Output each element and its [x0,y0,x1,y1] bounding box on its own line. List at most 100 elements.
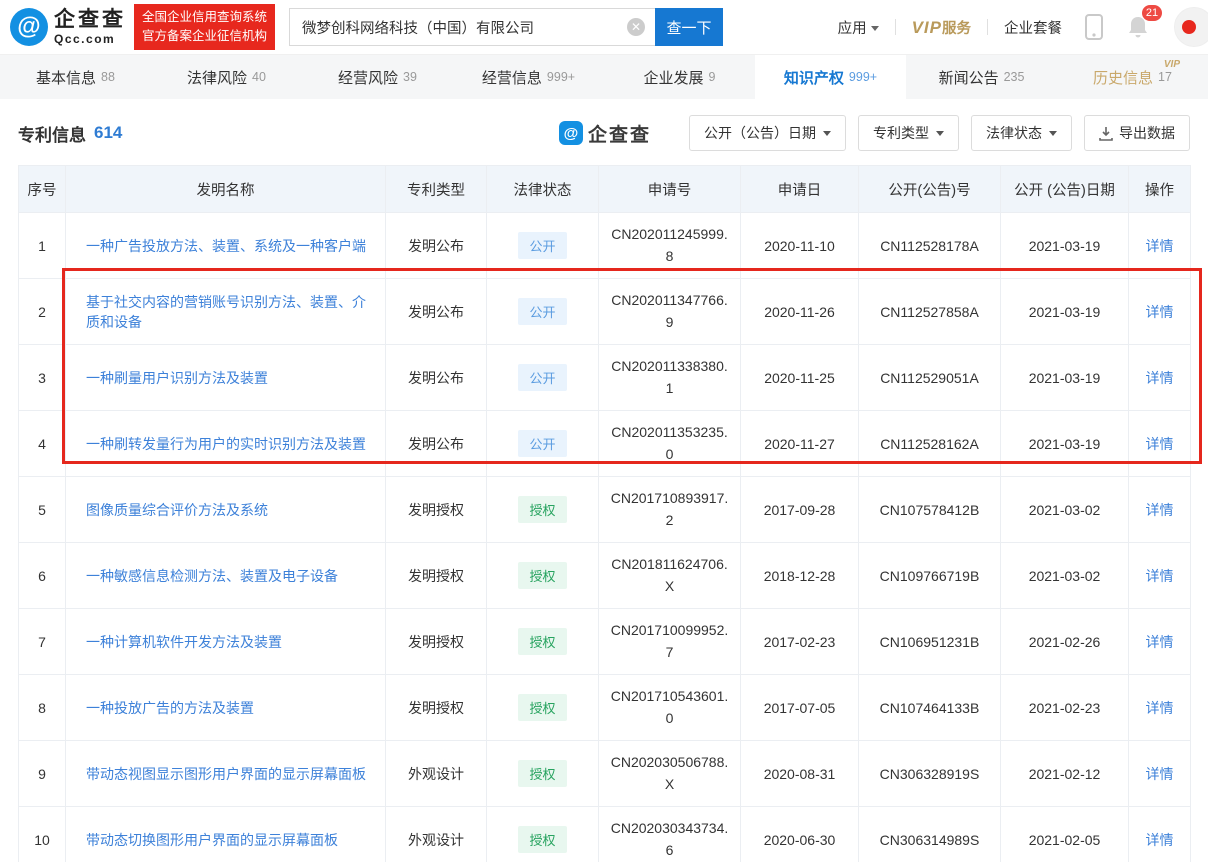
status-badge: 授权 [518,694,566,721]
official-credit-badge: 全国企业信用查询系统 官方备案企业征信机构 [134,4,275,51]
qcc-logo-domain: Qcc.com [54,33,126,45]
publication-number: CN106951231B [859,609,1001,675]
table-row: 9 带动态视图显示图形用户界面的显示屏幕面板 外观设计 授权 CN2020305… [19,741,1191,807]
chevron-down-icon [936,131,944,136]
legal-status-filter[interactable]: 法律状态 [971,115,1072,151]
application-date: 2020-08-31 [741,741,859,807]
detail-link[interactable]: 详情 [1146,370,1174,386]
patent-type-filter[interactable]: 专利类型 [858,115,959,151]
status-badge: 授权 [518,826,566,853]
patent-title-link[interactable]: 一种敏感信息检测方法、装置及电子设备 [86,568,338,584]
table-row: 7 一种计算机软件开发方法及装置 发明授权 授权 CN201710099952.… [19,609,1191,675]
divider [895,19,896,35]
mobile-app-icon[interactable] [1084,13,1104,41]
detail-link[interactable]: 详情 [1146,502,1174,518]
tab-history-info[interactable]: 历史信息17VIP [1057,55,1208,99]
table-header-row: 序号 发明名称 专利类型 法律状态 申请号 申请日 公开(公告)号 公开 (公告… [19,166,1191,213]
publication-number: CN107578412B [859,477,1001,543]
detail-link[interactable]: 详情 [1146,238,1174,254]
status-badge: 授权 [518,496,566,523]
table-row: 8 一种投放广告的方法及装置 发明授权 授权 CN201710543601.0 … [19,675,1191,741]
detail-link[interactable]: 详情 [1146,634,1174,650]
publication-number: CN112529051A [859,345,1001,411]
table-row: 10 带动态切换图形用户界面的显示屏幕面板 外观设计 授权 CN20203034… [19,807,1191,862]
tab-intellectual-property[interactable]: 知识产权999+ [755,55,906,99]
tab-operation-risk[interactable]: 经营风险39 [302,55,453,99]
qcc-logo-name: 企查查 [54,9,126,30]
col-status: 法律状态 [487,166,599,213]
col-seq: 序号 [19,166,66,213]
patent-title-link[interactable]: 带动态切换图形用户界面的显示屏幕面板 [86,832,338,848]
tab-basic-info[interactable]: 基本信息88 [0,55,151,99]
company-tab-bar: 基本信息88 法律风险40 经营风险39 经营信息999+ 企业发展9 知识产权… [0,54,1208,99]
clear-search-icon[interactable]: ✕ [627,18,645,36]
application-date: 2020-11-26 [741,279,859,345]
col-app-date: 申请日 [741,166,859,213]
patent-type: 发明授权 [386,609,487,675]
patent-title-link[interactable]: 带动态视图显示图形用户界面的显示屏幕面板 [86,766,366,782]
publication-date: 2021-03-19 [1001,279,1129,345]
search-input[interactable] [289,8,655,46]
col-type: 专利类型 [386,166,487,213]
badge-line1: 全国企业信用查询系统 [142,8,267,27]
tab-legal-risk[interactable]: 法律风险40 [151,55,302,99]
status-badge: 公开 [518,430,566,457]
col-pub-no: 公开(公告)号 [859,166,1001,213]
patent-type: 发明公布 [386,345,487,411]
search-area: ✕ 查一下 [289,8,723,46]
vip-service-menu[interactable]: VIP服务 [912,17,971,38]
patent-title-link[interactable]: 基于社交内容的营销账号识别方法、装置、介质和设备 [86,294,366,330]
row-seq: 7 [19,609,66,675]
notification-bell-icon[interactable]: 21 [1126,14,1150,40]
detail-link[interactable]: 详情 [1146,832,1174,848]
top-bar: @ 企查查 Qcc.com 全国企业信用查询系统 官方备案企业征信机构 ✕ 查一… [0,0,1208,54]
export-data-button[interactable]: 导出数据 [1084,115,1190,151]
application-number: CN201710543601.0 [609,686,731,729]
table-row: 2 基于社交内容的营销账号识别方法、装置、介质和设备 发明公布 公开 CN202… [19,279,1191,345]
table-row: 3 一种刷量用户识别方法及装置 发明公布 公开 CN202011338380.1… [19,345,1191,411]
apps-menu[interactable]: 应用 [838,17,879,38]
publication-date: 2021-02-12 [1001,741,1129,807]
tab-company-development[interactable]: 企业发展9 [604,55,755,99]
publication-date: 2021-03-19 [1001,345,1129,411]
row-seq: 5 [19,477,66,543]
search-button[interactable]: 查一下 [655,8,723,46]
tab-operation-info[interactable]: 经营信息999+ [453,55,604,99]
enterprise-package-menu[interactable]: 企业套餐 [1004,17,1062,38]
application-number: CN201710099952.7 [609,620,731,663]
publication-number: CN112528162A [859,411,1001,477]
application-number: CN202011347766.9 [609,290,731,333]
detail-link[interactable]: 详情 [1146,700,1174,716]
patent-title-link[interactable]: 一种刷量用户识别方法及装置 [86,370,268,386]
patent-title-link[interactable]: 一种计算机软件开发方法及装置 [86,634,282,650]
status-badge: 授权 [518,760,566,787]
patent-title-link[interactable]: 一种刷转发量行为用户的实时识别方法及装置 [86,436,366,452]
qcc-watermark-logo: @ 企查查 [559,120,651,147]
patent-title-link[interactable]: 一种投放广告的方法及装置 [86,700,254,716]
patent-title-link[interactable]: 一种广告投放方法、装置、系统及一种客户端 [86,238,366,254]
publication-number: CN112528178A [859,213,1001,279]
publication-date-filter[interactable]: 公开（公告）日期 [689,115,846,151]
publication-date: 2021-03-19 [1001,213,1129,279]
publication-number: CN306314989S [859,807,1001,862]
tab-news-announcements[interactable]: 新闻公告235 [906,55,1057,99]
table-row: 5 图像质量综合评价方法及系统 发明授权 授权 CN201710893917.2… [19,477,1191,543]
patent-type: 外观设计 [386,807,487,862]
row-seq: 2 [19,279,66,345]
download-icon [1099,126,1113,141]
application-date: 2017-09-28 [741,477,859,543]
patent-type: 发明公布 [386,279,487,345]
qcc-logo[interactable]: @ 企查查 Qcc.com [10,8,126,46]
publication-date: 2021-03-02 [1001,543,1129,609]
patent-type: 发明公布 [386,411,487,477]
col-app-no: 申请号 [599,166,741,213]
detail-link[interactable]: 详情 [1146,436,1174,452]
status-badge: 公开 [518,232,566,259]
user-avatar[interactable] [1174,7,1208,47]
patent-title-link[interactable]: 图像质量综合评价方法及系统 [86,502,268,518]
detail-link[interactable]: 详情 [1146,766,1174,782]
detail-link[interactable]: 详情 [1146,304,1174,320]
publication-date: 2021-02-23 [1001,675,1129,741]
application-date: 2017-02-23 [741,609,859,675]
detail-link[interactable]: 详情 [1146,568,1174,584]
